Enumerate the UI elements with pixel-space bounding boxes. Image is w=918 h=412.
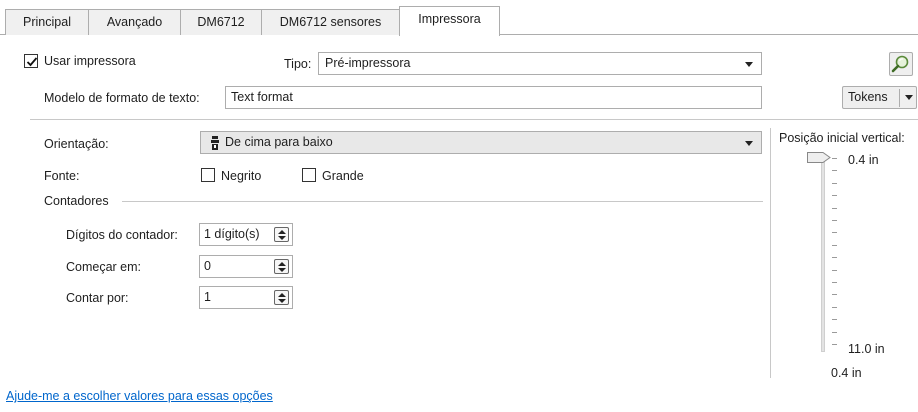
slider-tick — [832, 306, 837, 308]
count-by-value: 1 — [204, 290, 211, 304]
slider-tick — [832, 244, 837, 246]
help-link[interactable]: Ajude-me a escolher valores para essas o… — [6, 389, 273, 403]
slider-bottom-value: 11.0 in — [848, 342, 885, 356]
slider-tick — [832, 220, 837, 221]
print-direction-icon — [211, 136, 219, 150]
counters-group-line — [122, 201, 763, 202]
start-at-label: Começar em: — [66, 260, 142, 274]
spin-button[interactable] — [274, 259, 289, 274]
counter-digits-value: 1 dígito(s) — [204, 227, 260, 241]
chevron-down-icon — [745, 62, 753, 67]
font-label: Fonte: — [44, 169, 80, 183]
type-select[interactable]: Pré-impressora — [318, 52, 762, 75]
slider-tick — [832, 282, 837, 283]
start-at-stepper[interactable]: 0 — [199, 255, 293, 278]
tab-impressora[interactable]: Impressora — [399, 6, 500, 36]
counter-digits-label: Dígitos do contador: — [66, 228, 178, 242]
tokens-label: Tokens — [848, 90, 888, 104]
bold-label: Negrito — [221, 169, 262, 183]
slider-tick — [832, 344, 837, 345]
arrow-down-icon — [278, 236, 286, 240]
count-by-stepper[interactable]: 1 — [199, 286, 293, 309]
slider-tick — [832, 195, 837, 197]
text-format-input[interactable]: Text format — [225, 86, 762, 109]
orientation-select[interactable]: De cima para baixo — [200, 131, 762, 154]
spin-button[interactable] — [274, 227, 289, 242]
section-separator — [30, 119, 918, 120]
vertical-slider-thumb[interactable] — [807, 152, 831, 163]
tab-avancado[interactable]: Avançado — [88, 9, 181, 35]
tab-principal[interactable]: Principal — [5, 9, 89, 35]
tab-bar: Principal Avançado DM6712 DM6712 sensore… — [0, 6, 918, 36]
arrow-down-icon — [278, 299, 286, 303]
counter-digits-stepper[interactable]: 1 dígito(s) — [199, 223, 293, 246]
tab-dm6712-sensores[interactable]: DM6712 sensores — [261, 9, 400, 35]
vertical-slider-track[interactable] — [821, 156, 825, 352]
slider-tick — [832, 294, 837, 296]
orientation-select-value: De cima para baixo — [225, 135, 333, 149]
vertical-separator — [770, 128, 771, 378]
tab-label: Impressora — [418, 12, 481, 26]
slider-current-value: 0.4 in — [831, 366, 862, 380]
slider-tick — [832, 170, 837, 172]
text-format-label: Modelo de formato de texto: — [44, 91, 200, 105]
use-printer-checkbox[interactable] — [24, 54, 38, 68]
large-checkbox[interactable] — [302, 168, 316, 182]
slider-tick — [832, 331, 837, 333]
text-format-value: Text format — [231, 90, 293, 104]
type-label: Tipo: — [284, 57, 312, 71]
type-select-value: Pré-impressora — [325, 56, 411, 70]
tab-dm6712[interactable]: DM6712 — [180, 9, 262, 35]
magnifier-icon — [891, 55, 909, 73]
bold-checkbox[interactable] — [201, 168, 215, 182]
arrow-up-icon — [278, 293, 286, 297]
preview-button[interactable] — [889, 52, 913, 76]
slider-tick — [832, 319, 837, 321]
chevron-down-icon — [745, 141, 753, 146]
vertical-position-label: Posição inicial vertical: — [779, 131, 905, 145]
tokens-button[interactable]: Tokens — [842, 86, 917, 109]
tab-label: Principal — [23, 15, 71, 29]
slider-tick — [832, 232, 837, 234]
slider-tick — [832, 257, 837, 259]
counters-group-label: Contadores — [44, 194, 109, 208]
checkmark-icon — [26, 57, 38, 67]
arrow-up-icon — [278, 262, 286, 266]
slider-tick — [832, 269, 837, 271]
split-divider — [899, 89, 900, 107]
chevron-down-icon — [905, 95, 913, 100]
orientation-label: Orientação: — [44, 137, 109, 151]
tab-label: DM6712 — [197, 15, 245, 29]
tab-label: Avançado — [106, 15, 163, 29]
slider-tick — [832, 158, 837, 159]
slider-tick — [832, 182, 837, 184]
use-printer-label: Usar impressora — [44, 54, 136, 68]
tab-label: DM6712 sensores — [279, 15, 382, 29]
arrow-down-icon — [278, 268, 286, 272]
start-at-value: 0 — [204, 259, 211, 273]
slider-tick — [832, 207, 837, 209]
arrow-up-icon — [278, 230, 286, 234]
slider-top-value: 0.4 in — [848, 153, 879, 167]
large-label: Grande — [322, 169, 364, 183]
count-by-label: Contar por: — [66, 291, 129, 305]
spin-button[interactable] — [274, 290, 289, 305]
